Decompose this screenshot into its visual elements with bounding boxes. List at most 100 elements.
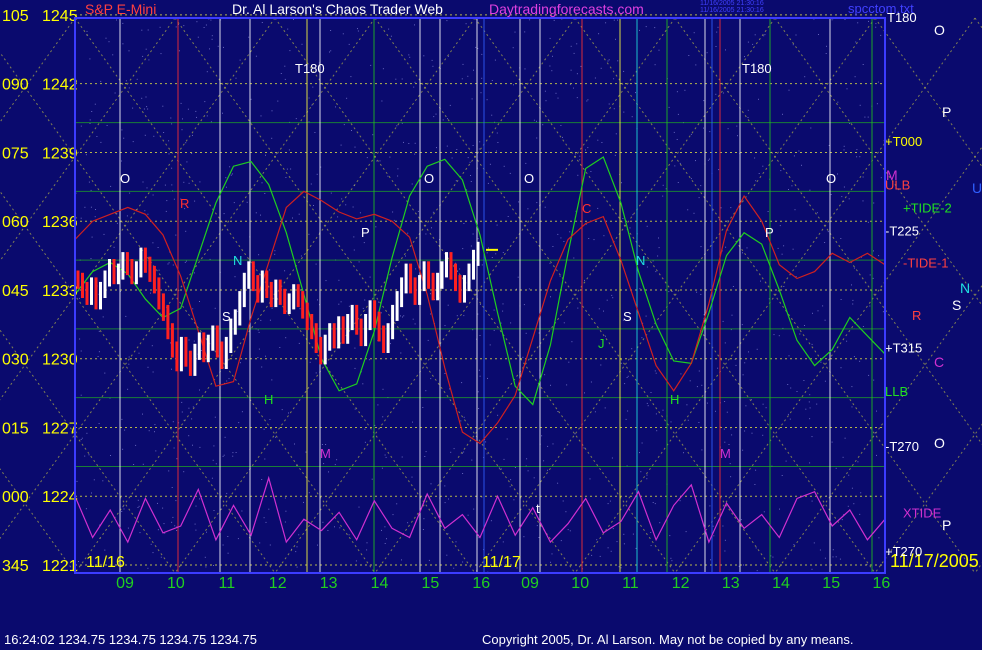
star-dot	[187, 108, 189, 110]
star-dot	[88, 454, 90, 456]
star-dot	[824, 242, 826, 243]
star-dot	[222, 544, 224, 546]
star-dot	[176, 288, 177, 290]
star-dot	[787, 384, 789, 385]
star-dot	[693, 212, 695, 214]
star-dot	[843, 186, 845, 188]
star-dot	[562, 500, 564, 502]
star-dot	[171, 184, 173, 186]
star-dot	[490, 520, 492, 522]
star-dot	[494, 59, 496, 61]
star-dot	[264, 193, 266, 194]
planet-marker-p: P	[942, 104, 951, 120]
star-dot	[84, 206, 86, 208]
star-dot	[338, 279, 340, 281]
star-dot	[309, 361, 311, 363]
star-dot	[646, 266, 648, 268]
star-dot	[709, 131, 711, 133]
star-dot	[204, 101, 206, 103]
star-dot	[348, 534, 350, 536]
star-dot	[860, 492, 862, 494]
star-dot	[584, 279, 585, 281]
star-dot	[859, 104, 861, 106]
star-dot	[259, 542, 261, 544]
star-dot	[737, 135, 738, 137]
star-dot	[560, 540, 562, 542]
star-dot	[199, 446, 201, 448]
star-dot	[573, 87, 574, 89]
star-dot	[330, 192, 332, 194]
star-dot	[453, 567, 455, 569]
star-dot	[364, 299, 366, 301]
star-dot	[631, 348, 633, 350]
star-dot	[163, 523, 165, 525]
star-dot	[80, 350, 82, 352]
star-dot	[334, 464, 336, 466]
star-dot	[362, 383, 364, 385]
star-dot	[211, 477, 213, 479]
star-dot	[569, 231, 571, 233]
star-dot	[146, 187, 148, 189]
x-hour-label: 10	[167, 575, 185, 592]
star-dot	[623, 70, 625, 72]
star-dot	[85, 154, 87, 156]
star-dot	[271, 137, 273, 139]
star-dot	[93, 479, 95, 481]
star-dot	[541, 435, 543, 437]
star-dot	[313, 205, 314, 206]
star-dot	[188, 339, 190, 341]
star-dot	[171, 123, 173, 125]
star-dot	[354, 347, 356, 349]
star-dot	[225, 186, 227, 188]
star-dot	[524, 68, 526, 70]
chart-letter-p: P	[361, 225, 370, 240]
star-dot	[812, 312, 813, 314]
star-dot	[632, 214, 634, 216]
star-dot	[296, 566, 298, 568]
star-dot	[560, 237, 562, 239]
star-dot	[500, 468, 502, 470]
star-dot	[400, 315, 401, 317]
star-dot	[536, 137, 538, 139]
star-dot	[526, 458, 528, 460]
star-dot	[765, 407, 767, 409]
star-dot	[446, 145, 448, 147]
star-dot	[168, 140, 170, 142]
star-dot	[635, 547, 637, 549]
star-dot	[646, 474, 648, 476]
star-dot	[470, 175, 471, 176]
star-dot	[91, 492, 92, 494]
star-dot	[284, 270, 286, 272]
star-dot	[698, 370, 700, 372]
star-dot	[284, 78, 286, 80]
star-dot	[199, 498, 201, 500]
star-dot	[308, 97, 310, 99]
star-dot	[325, 280, 327, 282]
site-url[interactable]: Daytradingforecasts.com	[489, 1, 644, 17]
star-dot	[151, 345, 153, 347]
star-dot	[265, 355, 266, 357]
star-dot	[680, 373, 682, 375]
star-dot	[285, 510, 287, 512]
star-dot	[613, 19, 615, 21]
right-label: XTIDE	[903, 505, 942, 520]
star-dot	[407, 232, 409, 234]
star-dot	[364, 428, 366, 430]
star-dot	[493, 309, 495, 311]
star-dot	[142, 55, 144, 57]
star-dot	[160, 53, 162, 55]
star-dot	[781, 253, 783, 255]
star-dot	[346, 97, 348, 99]
star-dot	[502, 252, 504, 253]
star-dot	[709, 158, 710, 160]
star-dot	[128, 356, 130, 358]
star-dot	[787, 413, 789, 415]
day-label: 11/16	[86, 554, 125, 571]
star-dot	[322, 521, 324, 523]
star-dot	[213, 510, 215, 511]
star-dot	[378, 301, 380, 303]
y-degree-label: 060	[2, 214, 29, 231]
star-dot	[605, 22, 607, 24]
star-dot	[402, 316, 403, 318]
star-dot	[601, 142, 603, 143]
